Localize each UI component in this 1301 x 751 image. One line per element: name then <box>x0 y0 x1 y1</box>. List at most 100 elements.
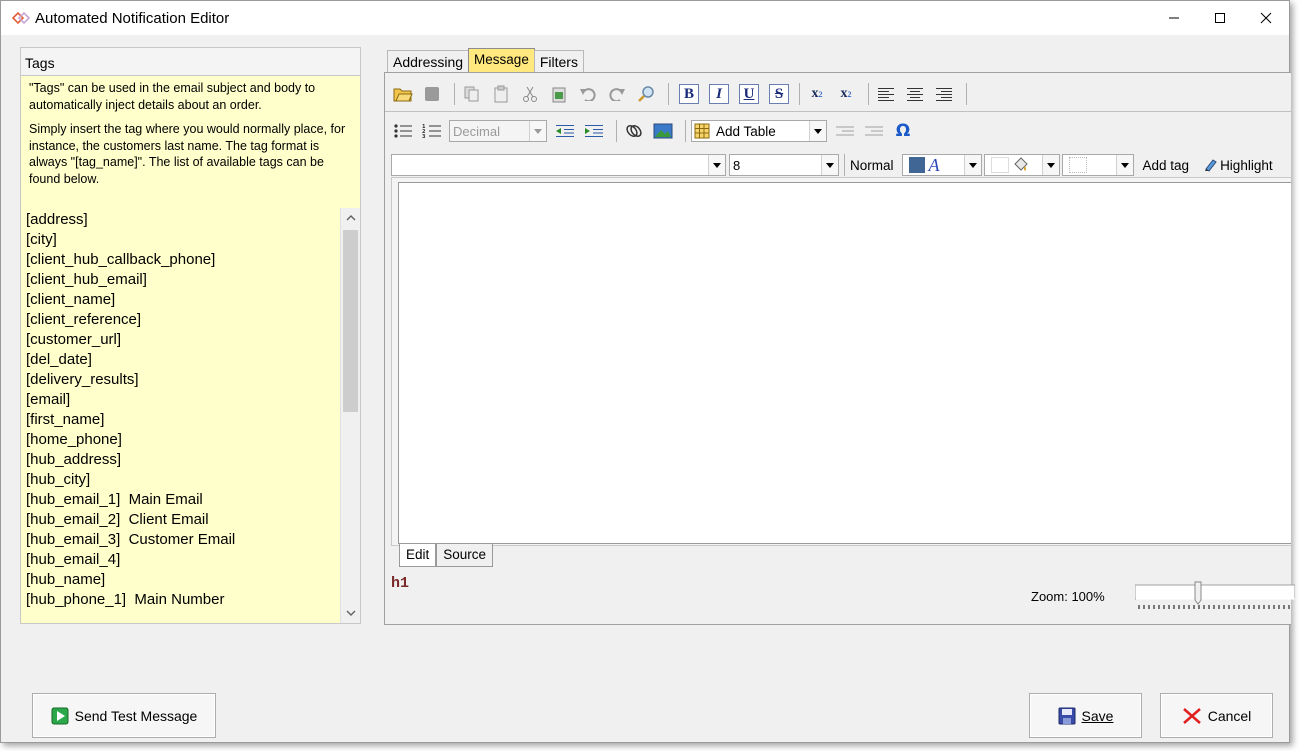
send-test-message-button[interactable]: Send Test Message <box>32 693 216 738</box>
align-center-icon[interactable] <box>903 82 927 106</box>
table-row-icon[interactable] <box>833 119 857 143</box>
title-bar: Automated Notification Editor <box>1 1 1289 35</box>
insert-image-icon[interactable] <box>651 119 675 143</box>
list-item[interactable]: [client_hub_callback_phone] <box>26 250 338 270</box>
indent-increase-icon[interactable] <box>582 119 606 143</box>
tab-edit[interactable]: Edit <box>399 544 437 567</box>
scroll-thumb[interactable] <box>343 230 358 412</box>
font-size-select[interactable]: 8 <box>729 154 839 176</box>
tags-description: "Tags" can be used in the email subject … <box>21 76 360 187</box>
find-icon[interactable] <box>634 82 658 106</box>
toolbar-row-2: 123 Decimal Add Table Ω <box>391 118 920 144</box>
cut-icon[interactable] <box>518 82 542 106</box>
list-item[interactable]: [email] <box>26 390 338 410</box>
add-tag-button[interactable]: Add tag <box>1143 158 1190 173</box>
list-item[interactable]: [hub_email_3] Customer Email <box>26 530 338 550</box>
chevron-down-icon <box>708 155 725 175</box>
add-table-select[interactable]: Add Table <box>691 120 827 142</box>
save-doc-icon[interactable] <box>420 82 444 106</box>
floppy-disk-icon <box>1058 707 1076 725</box>
list-item[interactable]: [client_hub_email] <box>26 270 338 290</box>
open-folder-icon[interactable] <box>391 82 415 106</box>
list-item[interactable]: [home_phone] <box>26 430 338 450</box>
paste-image-icon[interactable] <box>547 82 571 106</box>
font-color-select[interactable]: A <box>901 154 982 176</box>
svg-text:3: 3 <box>422 134 426 139</box>
list-item[interactable]: [hub_phone_1] Main Number <box>26 590 338 610</box>
align-right-icon[interactable] <box>932 82 956 106</box>
tags-list-container: [address] [city] [client_hub_callback_phon… <box>21 208 360 623</box>
list-item[interactable]: [client_reference] <box>26 310 338 330</box>
scroll-down-icon[interactable] <box>341 603 360 623</box>
list-item[interactable]: [hub_name] <box>26 570 338 590</box>
list-item[interactable]: [hub_email_2] Client Email <box>26 510 338 530</box>
list-item[interactable]: [client_name] <box>26 290 338 310</box>
list-item[interactable]: [customer_url] <box>26 330 338 350</box>
font-family-select[interactable] <box>391 154 726 176</box>
tab-filters[interactable]: Filters <box>533 50 584 72</box>
add-table-label: Add Table <box>716 123 776 139</box>
bullet-list-icon[interactable] <box>391 119 415 143</box>
save-button[interactable]: Save <box>1029 693 1142 738</box>
tab-addressing[interactable]: Addressing <box>387 50 470 72</box>
bold-icon[interactable]: B <box>679 84 699 104</box>
chevron-down-icon <box>821 155 838 175</box>
maximize-button[interactable] <box>1197 1 1243 35</box>
scroll-up-icon[interactable] <box>341 208 360 228</box>
list-item[interactable]: [city] <box>26 230 338 250</box>
subscript-icon[interactable]: x2 <box>805 82 829 106</box>
omega-icon[interactable]: Ω <box>891 119 915 143</box>
italic-icon[interactable]: I <box>709 84 729 104</box>
superscript-icon[interactable]: x2 <box>834 82 858 106</box>
indent-decrease-icon[interactable] <box>553 119 577 143</box>
undo-icon[interactable] <box>576 82 600 106</box>
list-item[interactable]: [address] <box>26 210 338 230</box>
message-editor: B I U S x2 x2 123 Decimal Add Table Ω 8 … <box>384 72 1296 625</box>
tags-scrollbar[interactable] <box>340 208 360 623</box>
numbered-list-icon[interactable]: 123 <box>420 119 444 143</box>
zoom-label: Zoom: 100% <box>1031 589 1105 604</box>
paint-bucket-icon <box>1013 157 1028 171</box>
copy-icon[interactable] <box>460 82 484 106</box>
editor-tabs: Addressing Message Filters <box>387 48 584 72</box>
font-color-icon: A <box>928 154 940 175</box>
table-column-icon[interactable] <box>862 119 886 143</box>
tab-source[interactable]: Source <box>436 544 494 567</box>
font-color-swatch <box>908 157 925 173</box>
border-swatch <box>1068 157 1087 173</box>
align-left-icon[interactable] <box>874 82 898 106</box>
chevron-down-icon <box>963 155 981 175</box>
link-icon[interactable] <box>622 119 646 143</box>
background-color-swatch <box>990 157 1009 173</box>
list-item[interactable]: [hub_email_1] Main Email <box>26 490 338 510</box>
list-item[interactable]: [del_date] <box>26 350 338 370</box>
paste-icon[interactable] <box>489 82 513 106</box>
cancel-button[interactable]: Cancel <box>1160 693 1273 738</box>
paragraph-style-label[interactable]: Normal <box>850 158 894 173</box>
tab-message[interactable]: Message <box>468 48 535 72</box>
close-button[interactable] <box>1243 1 1289 35</box>
list-item[interactable]: [hub_address] <box>26 450 338 470</box>
highlight-button[interactable]: Highlight <box>1203 158 1273 173</box>
minimize-button[interactable] <box>1151 1 1197 35</box>
message-body-editor[interactable] <box>398 182 1291 544</box>
redo-icon[interactable] <box>605 82 629 106</box>
list-item[interactable]: [hub_email_4] <box>26 550 338 570</box>
font-size-value: 8 <box>733 157 741 173</box>
tags-list[interactable]: [address] [city] [client_hub_callback_phon… <box>26 210 338 610</box>
strikethrough-icon[interactable]: S <box>769 84 789 104</box>
list-item[interactable]: [delivery_results] <box>26 370 338 390</box>
element-path: h1 <box>391 575 410 592</box>
border-select[interactable] <box>1061 154 1134 176</box>
list-style-select[interactable]: Decimal <box>449 120 547 142</box>
list-item[interactable]: [hub_city] <box>26 470 338 490</box>
window-title: Automated Notification Editor <box>35 9 230 27</box>
tags-description-2: Simply insert the tag where you would no… <box>29 122 346 186</box>
play-icon <box>51 707 69 725</box>
background-color-select[interactable] <box>983 154 1060 176</box>
list-item[interactable]: [first_name] <box>26 410 338 430</box>
zoom-slider[interactable] <box>1134 581 1296 613</box>
send-test-label: Send Test Message <box>74 707 198 724</box>
underline-icon[interactable]: U <box>739 84 759 104</box>
toolbar-row-1: B I U S x2 x2 <box>391 81 972 107</box>
